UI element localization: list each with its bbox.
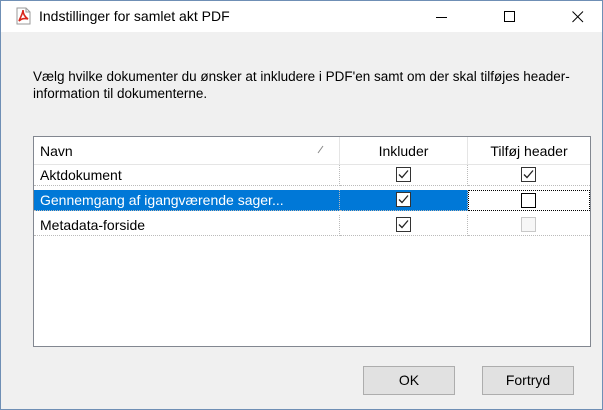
column-header-name[interactable]: Navn [34,137,340,165]
check-icon [398,195,408,204]
include-checkbox[interactable] [395,167,411,182]
row-header-cell [468,165,590,186]
row-header-cell [468,190,590,211]
documents-grid[interactable]: Navn Inkluder Tilføj header Aktdokument … [33,136,591,347]
minimize-button[interactable] [419,1,465,32]
cancel-button[interactable]: Fortryd [482,366,574,395]
check-icon [523,170,534,179]
dialog-description: Vælg hvilke dokumenter du ønsker at inkl… [33,69,570,101]
row-name-cell[interactable]: Metadata-forside [34,215,340,236]
row-include-cell [340,165,468,186]
table-row-selected[interactable]: Gennemgang af igangværende sager... [34,190,590,211]
row-include-cell [340,190,468,211]
minimize-icon [436,17,447,18]
row-name-cell[interactable]: Aktdokument [34,165,340,186]
row-header-cell [468,215,590,236]
maximize-button[interactable] [487,1,533,32]
row-include-cell [340,215,468,236]
add-header-checkbox[interactable] [521,167,536,182]
column-header-add-header[interactable]: Tilføj header [468,137,590,165]
column-header-name-label: Navn [40,143,73,159]
column-header-include[interactable]: Inkluder [340,137,468,165]
row-name-cell[interactable]: Gennemgang af igangværende sager... [34,190,340,211]
title-bar[interactable]: Indstillinger for samlet akt PDF [1,1,602,32]
sort-icon [317,145,324,154]
row-name: Metadata-forside [40,217,146,233]
row-name: Aktdokument [40,167,122,183]
window-title: Indstillinger for samlet akt PDF [39,8,230,24]
include-checkbox[interactable] [395,192,411,207]
close-icon [572,11,584,23]
add-header-checkbox-disabled [521,217,536,232]
include-checkbox[interactable] [395,217,411,232]
table-row[interactable]: Aktdokument [34,165,590,186]
ok-button[interactable]: OK [363,366,455,395]
row-name: Gennemgang af igangværende sager... [40,192,284,208]
maximize-icon [504,11,515,22]
settings-dialog: Indstillinger for samlet akt PDF Vælg hv… [0,0,603,410]
table-row[interactable]: Metadata-forside [34,215,590,236]
close-button[interactable] [555,1,601,32]
column-header-include-label: Inkluder [378,143,429,159]
pdf-icon [15,7,31,25]
check-icon [398,170,408,179]
add-header-checkbox[interactable] [521,193,536,208]
check-icon [398,220,408,229]
column-header-add-header-label: Tilføj header [490,143,568,159]
